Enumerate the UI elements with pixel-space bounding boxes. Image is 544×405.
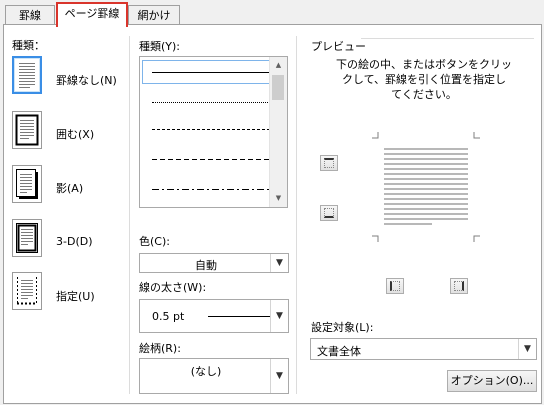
border-bottom-icon xyxy=(324,208,334,218)
style-option-dashed-small[interactable] xyxy=(152,129,270,130)
scroll-thumb[interactable] xyxy=(272,75,284,100)
border-top-button[interactable] xyxy=(320,155,338,171)
art-dropdown[interactable]: (なし) ▼ xyxy=(139,358,289,394)
tab-page-border[interactable]: ページ罫線 xyxy=(56,2,128,27)
preview-instructions-line-3: てください。 xyxy=(391,88,457,101)
setting-none-button[interactable] xyxy=(12,56,42,94)
style-option-dashed-large[interactable] xyxy=(152,159,270,160)
border-left-button[interactable] xyxy=(386,278,404,294)
width-dropdown[interactable]: 0.5 pt ▼ xyxy=(139,299,289,333)
width-value: 0.5 pt xyxy=(152,310,185,323)
apply-to-value: 文書全体 xyxy=(317,345,361,358)
tab-page-border-label: ページ罫線 xyxy=(64,7,120,20)
style-label: 種類(Y): xyxy=(139,40,181,53)
column-divider-right xyxy=(296,36,297,394)
style-option-solid[interactable] xyxy=(152,72,270,73)
column-divider-left xyxy=(129,36,130,394)
tab-borders[interactable]: 罫線 xyxy=(5,5,55,26)
tab-shading[interactable]: 網かけ xyxy=(128,5,180,26)
chevron-down-icon[interactable]: ▼ xyxy=(270,359,288,393)
color-label: 色(C): xyxy=(139,235,170,248)
border-left-icon xyxy=(390,281,400,291)
width-label: 線の太さ(W): xyxy=(139,281,207,294)
setting-shadow-button[interactable] xyxy=(12,165,42,203)
setting-3d-label[interactable]: 3-D(D) xyxy=(56,235,93,248)
border-top-icon xyxy=(324,158,334,168)
preview-title-rule xyxy=(361,38,534,39)
tab-borders-label: 罫線 xyxy=(19,9,41,22)
preview-title: プレビュー xyxy=(311,40,366,53)
border-right-icon xyxy=(454,281,464,291)
preview-instructions-line-2: クして、罫線を引く位置を指定し xyxy=(341,73,507,86)
style-option-dotted[interactable] xyxy=(152,102,270,103)
setting-box-button[interactable] xyxy=(12,111,42,149)
style-scrollbar[interactable]: ▲ ▼ xyxy=(269,57,287,207)
apply-to-label: 設定対象(L): xyxy=(311,321,374,334)
setting-custom-label[interactable]: 指定(U) xyxy=(56,288,95,304)
setting-custom-button[interactable] xyxy=(12,272,42,310)
setting-3d-button[interactable] xyxy=(12,219,42,257)
color-value: 自動 xyxy=(195,259,217,272)
page-lines-icon xyxy=(19,63,35,88)
setting-shadow-label[interactable]: 影(A) xyxy=(56,180,83,196)
setting-box-label[interactable]: 囲む(X) xyxy=(56,126,94,142)
preview-canvas[interactable] xyxy=(372,130,480,244)
color-dropdown[interactable]: 自動 ▼ xyxy=(139,253,289,273)
border-right-button[interactable] xyxy=(450,278,468,294)
page-custom-icon xyxy=(17,277,37,305)
art-value: (なし) xyxy=(190,365,222,378)
setting-none-label[interactable]: 罫線なし(N) xyxy=(56,72,117,88)
border-bottom-button[interactable] xyxy=(320,205,338,221)
tab-shading-label: 網かけ xyxy=(137,9,171,22)
chevron-down-icon[interactable]: ▼ xyxy=(518,339,536,359)
style-listbox[interactable]: ▲ ▼ xyxy=(139,56,288,208)
page-3d-icon xyxy=(16,223,38,253)
chevron-down-icon[interactable]: ▼ xyxy=(270,300,288,332)
preview-instructions: 下の絵の中、またはボタンをクリッ クして、罫線を引く位置を指定し てください。 xyxy=(320,57,528,102)
options-button[interactable]: オプション(O)... xyxy=(447,370,537,392)
art-label: 絵柄(R): xyxy=(139,342,181,355)
page-box-icon xyxy=(15,114,39,146)
chevron-down-icon[interactable]: ▼ xyxy=(270,254,288,272)
preview-instructions-line-1: 下の絵の中、またはボタンをクリッ xyxy=(336,58,512,71)
page-shadow-icon xyxy=(16,169,38,199)
scroll-up-icon[interactable]: ▲ xyxy=(270,57,287,74)
width-line-sample xyxy=(208,316,270,317)
preview-page-svg xyxy=(372,132,480,242)
style-option-dash-dot[interactable] xyxy=(152,189,270,190)
scroll-down-icon[interactable]: ▼ xyxy=(270,190,287,207)
setting-title: 種類： xyxy=(12,39,45,52)
apply-to-dropdown[interactable]: 文書全体 ▼ xyxy=(310,338,537,360)
